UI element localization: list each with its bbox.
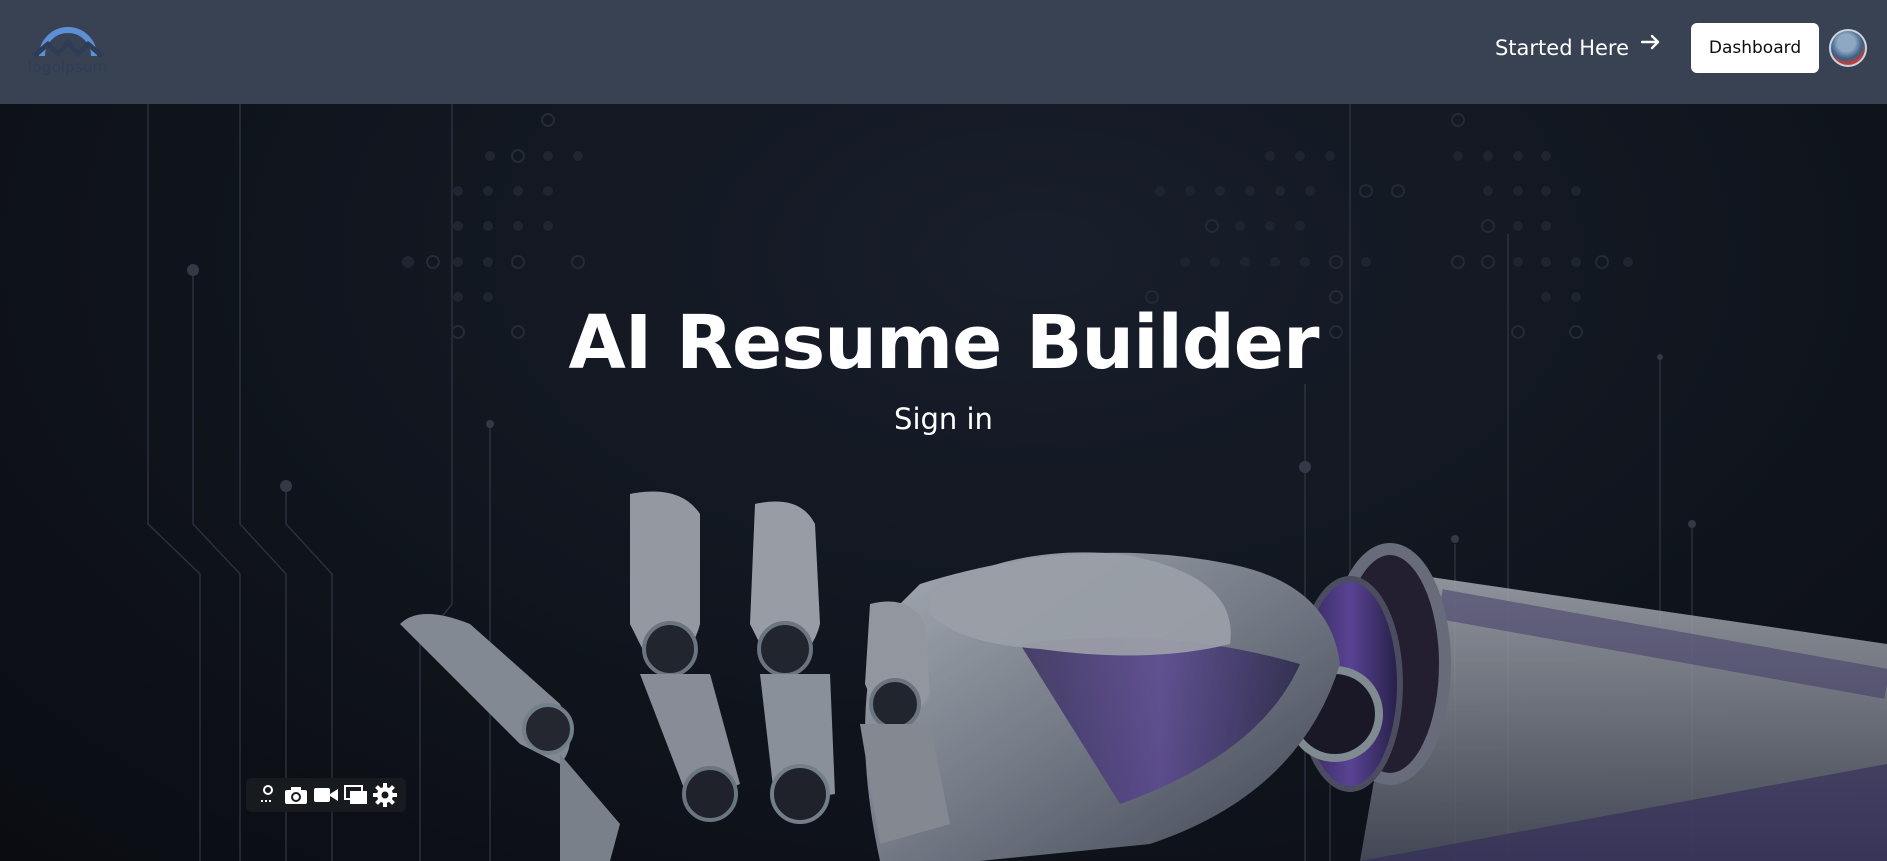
robot-hand-circuit-background xyxy=(0,104,1887,861)
arrow-right-icon xyxy=(1641,34,1660,50)
user-avatar[interactable] xyxy=(1829,29,1867,67)
camera-icon[interactable] xyxy=(283,782,309,808)
started-here-label: Started Here xyxy=(1494,36,1629,60)
capture-toolbar xyxy=(246,778,406,812)
logo-text: logoipsum xyxy=(28,58,108,76)
hero-section: AI Resume Builder Sign in xyxy=(0,104,1887,861)
video-icon[interactable] xyxy=(313,782,339,808)
logo[interactable]: logoipsum xyxy=(26,16,110,78)
dashboard-button[interactable]: Dashboard xyxy=(1691,23,1819,73)
gear-icon[interactable] xyxy=(372,782,398,808)
hero-subtitle: Sign in xyxy=(0,402,1887,436)
started-here-link[interactable]: Started Here xyxy=(1494,34,1661,60)
hero-title: AI Resume Builder xyxy=(568,300,1320,386)
edit-icon[interactable] xyxy=(254,782,280,808)
nav-actions: Started Here Dashboard xyxy=(1495,22,1867,74)
sign-in-link[interactable]: Sign in xyxy=(894,402,993,436)
window-icon[interactable] xyxy=(343,782,369,808)
logo-arch-icon xyxy=(32,27,104,58)
top-navbar: logoipsum Started Here Dashboard xyxy=(0,0,1887,104)
